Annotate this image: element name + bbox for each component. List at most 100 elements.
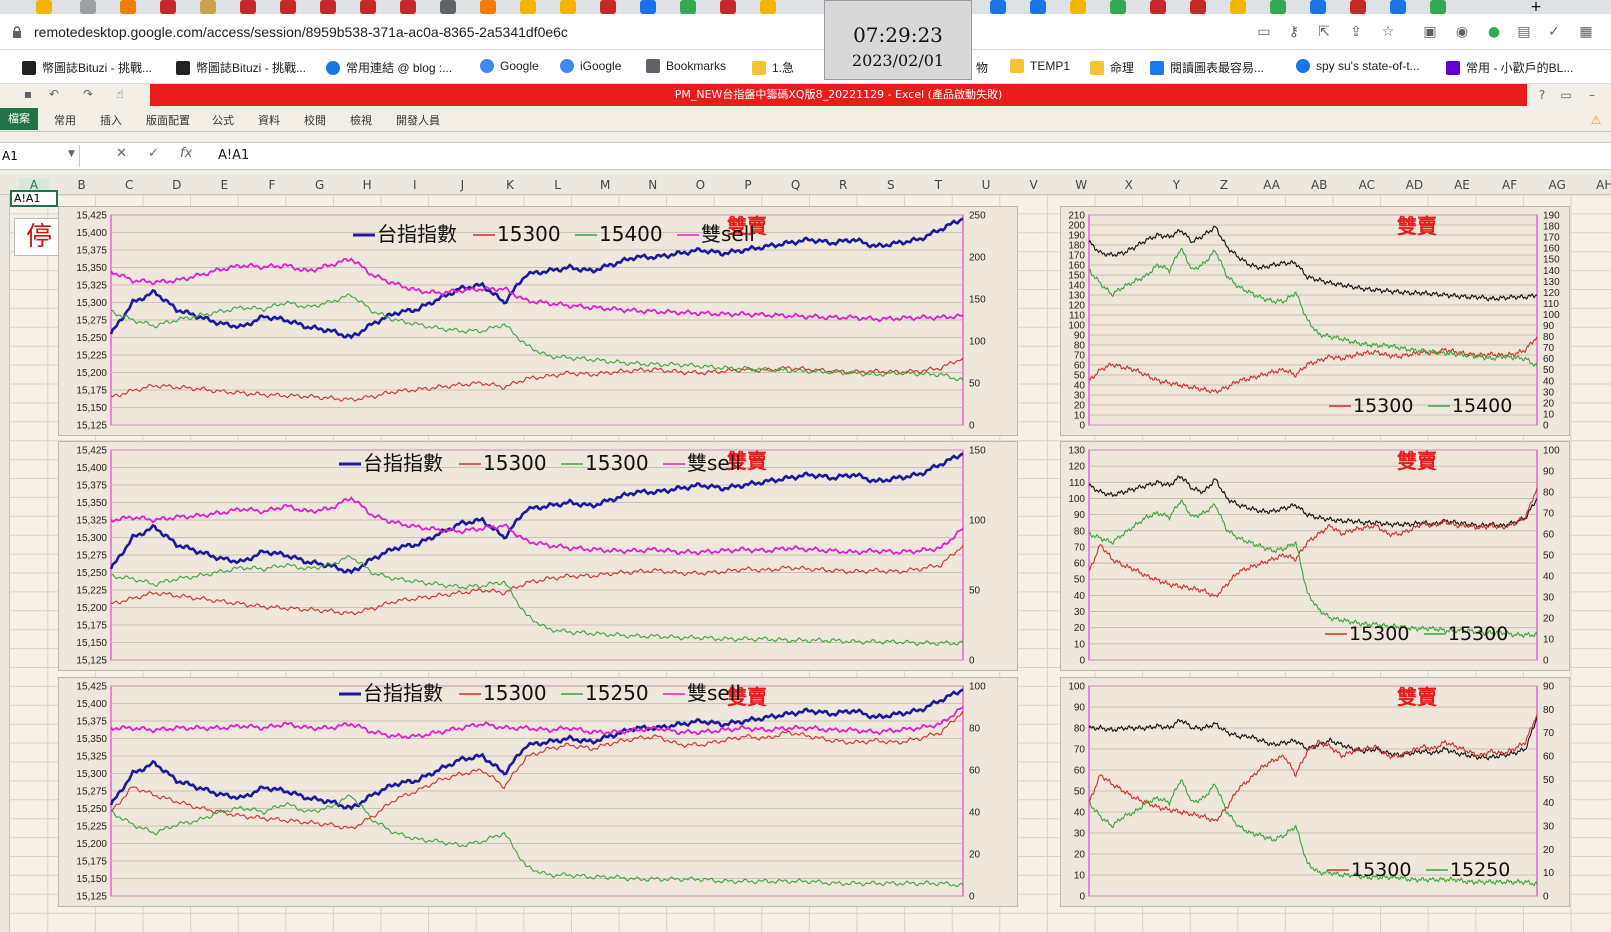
column-header[interactable]: J [447,178,477,192]
tab-favicon[interactable] [80,0,96,14]
tab-file[interactable]: 檔案 [0,108,38,130]
tab-favicon[interactable] [280,0,296,14]
tab-favicon[interactable] [440,0,456,14]
column-header[interactable]: F [257,178,287,192]
column-header[interactable]: O [685,178,715,192]
column-header[interactable]: I [400,178,430,192]
enter-icon[interactable]: ✓ [148,146,159,161]
key-icon[interactable]: ⚷ [1284,22,1304,42]
chart-6[interactable]: 100 90 80 70 60 50 40 30 20 10 0 90 80 70 60 50 40 30 20 10… [1060,677,1570,907]
chart-1[interactable]: 15,425 15,400 15,375 15,350 15,325 15,300 15,2… [58,206,1018,436]
column-header[interactable]: AC [1352,178,1382,192]
save-icon[interactable]: ▪ [20,86,36,102]
chart-2[interactable]: 15,425 15,400 15,375 15,350 15,325 15,300 15,2… [58,441,1018,671]
chart-5[interactable]: 130 120 110 100 90 80 70 60 50 40 30 20 10 0 100 90 80 70… [1060,441,1570,671]
cancel-icon[interactable]: ✕ [116,146,127,161]
column-header[interactable]: AH [1590,178,1611,192]
formula-input[interactable]: A!A1 [218,148,249,163]
tab-favicon[interactable] [200,0,216,14]
tab-favicon[interactable] [990,0,1006,14]
bookmark-item[interactable]: spy su's state-of-t... [1296,59,1420,73]
column-header[interactable]: B [67,178,97,192]
tab-developer[interactable]: 開發人員 [396,112,440,128]
name-box-dropdown-icon[interactable]: ▼ [68,149,75,159]
column-header[interactable]: AA [1257,178,1287,192]
column-header[interactable]: H [352,178,382,192]
tab-favicon[interactable] [160,0,176,14]
tab-favicon[interactable] [1390,0,1406,14]
tab-favicon[interactable] [120,0,136,14]
tab-favicon[interactable] [400,0,416,14]
tab-favicon[interactable] [36,0,52,14]
tab-favicon[interactable] [1030,0,1046,14]
bookmark-item[interactable]: 幣圖誌Bituzi - 挑戰... [176,59,306,76]
tab-insert[interactable]: 插入 [100,112,122,128]
ribbon-display-icon[interactable]: ▭ [1556,84,1576,106]
tab-favicon[interactable] [320,0,336,14]
undo-icon[interactable]: ↶ [46,86,62,102]
column-header[interactable]: Y [1161,178,1191,192]
redo-icon[interactable]: ↷ [80,86,96,102]
extension-icon[interactable]: ✓ [1544,22,1564,42]
column-header[interactable]: L [543,178,573,192]
extension-icon[interactable]: ● [1484,22,1504,42]
tab-favicon[interactable] [1350,0,1366,14]
tab-favicon[interactable] [560,0,576,14]
tab-favicon[interactable] [1230,0,1246,14]
tab-search-icon[interactable]: ▭ [1254,22,1274,42]
column-header[interactable]: W [1066,178,1096,192]
open-external-icon[interactable]: ⇱ [1314,22,1334,42]
column-header[interactable]: Q [781,178,811,192]
tab-home[interactable]: 常用 [54,112,76,128]
bookmark-folder[interactable]: 1.急 [752,59,794,76]
tab-favicon[interactable] [1110,0,1126,14]
bookmark-item[interactable]: 常用 - 小歡戶的BL... [1446,59,1573,76]
column-header[interactable]: X [1114,178,1144,192]
tab-favicon[interactable] [1430,0,1446,14]
column-header[interactable]: T [923,178,953,192]
bookmark-folder[interactable]: 物 [976,59,988,76]
tab-favicon[interactable] [1270,0,1286,14]
tab-formulas[interactable]: 公式 [212,112,234,128]
tab-favicon[interactable] [520,0,536,14]
minimize-icon[interactable]: – [1582,84,1602,106]
extension-icon[interactable]: ◉ [1452,22,1472,42]
active-cell[interactable]: A!A1 [10,190,58,207]
tab-favicon[interactable] [480,0,496,14]
column-header[interactable]: AB [1304,178,1334,192]
tab-favicon[interactable] [600,0,616,14]
column-header[interactable]: AE [1447,178,1477,192]
tab-data[interactable]: 資料 [258,112,280,128]
column-header[interactable]: AG [1542,178,1572,192]
bookmark-item[interactable]: iGoogle [560,59,621,73]
tab-view[interactable]: 檢視 [350,112,372,128]
bookmark-item[interactable]: 常用連結 @ blog :... [326,59,452,76]
column-header[interactable]: Z [1209,178,1239,192]
share-icon[interactable]: ⇪ [1346,22,1366,42]
bookmark-item[interactable]: 閱讀圖表最容易... [1150,59,1264,76]
tab-favicon[interactable] [1190,0,1206,14]
tab-review[interactable]: 校閱 [304,112,326,128]
extension-icon[interactable]: ▦ [1576,22,1596,42]
column-header[interactable]: G [305,178,335,192]
chart-3[interactable]: 15,425 15,400 15,375 15,350 15,325 15,300 15,2… [58,677,1018,907]
tab-favicon[interactable] [680,0,696,14]
tab-favicon[interactable] [1070,0,1086,14]
column-header[interactable]: U [971,178,1001,192]
column-header[interactable]: AF [1495,178,1525,192]
url-field[interactable]: remotedesktop.google.com/access/session/… [34,24,568,40]
column-header[interactable]: E [209,178,239,192]
bookmark-folder[interactable]: 命理 [1090,59,1134,76]
tab-page-layout[interactable]: 版面配置 [146,112,190,128]
column-header[interactable]: P [733,178,763,192]
new-tab-button[interactable]: + [1526,0,1546,14]
extension-icon[interactable]: ▤ [1514,22,1534,42]
column-header[interactable]: C [114,178,144,192]
help-icon[interactable]: ? [1532,84,1552,106]
tab-favicon[interactable] [1150,0,1166,14]
column-header[interactable]: V [1019,178,1049,192]
chart-4[interactable]: 210 200 190 180 170 160 150 140 130 120 110 100 90 80… [1060,206,1570,436]
column-header[interactable]: K [495,178,525,192]
tab-favicon[interactable] [720,0,736,14]
bookmark-item[interactable]: Google [480,59,539,73]
